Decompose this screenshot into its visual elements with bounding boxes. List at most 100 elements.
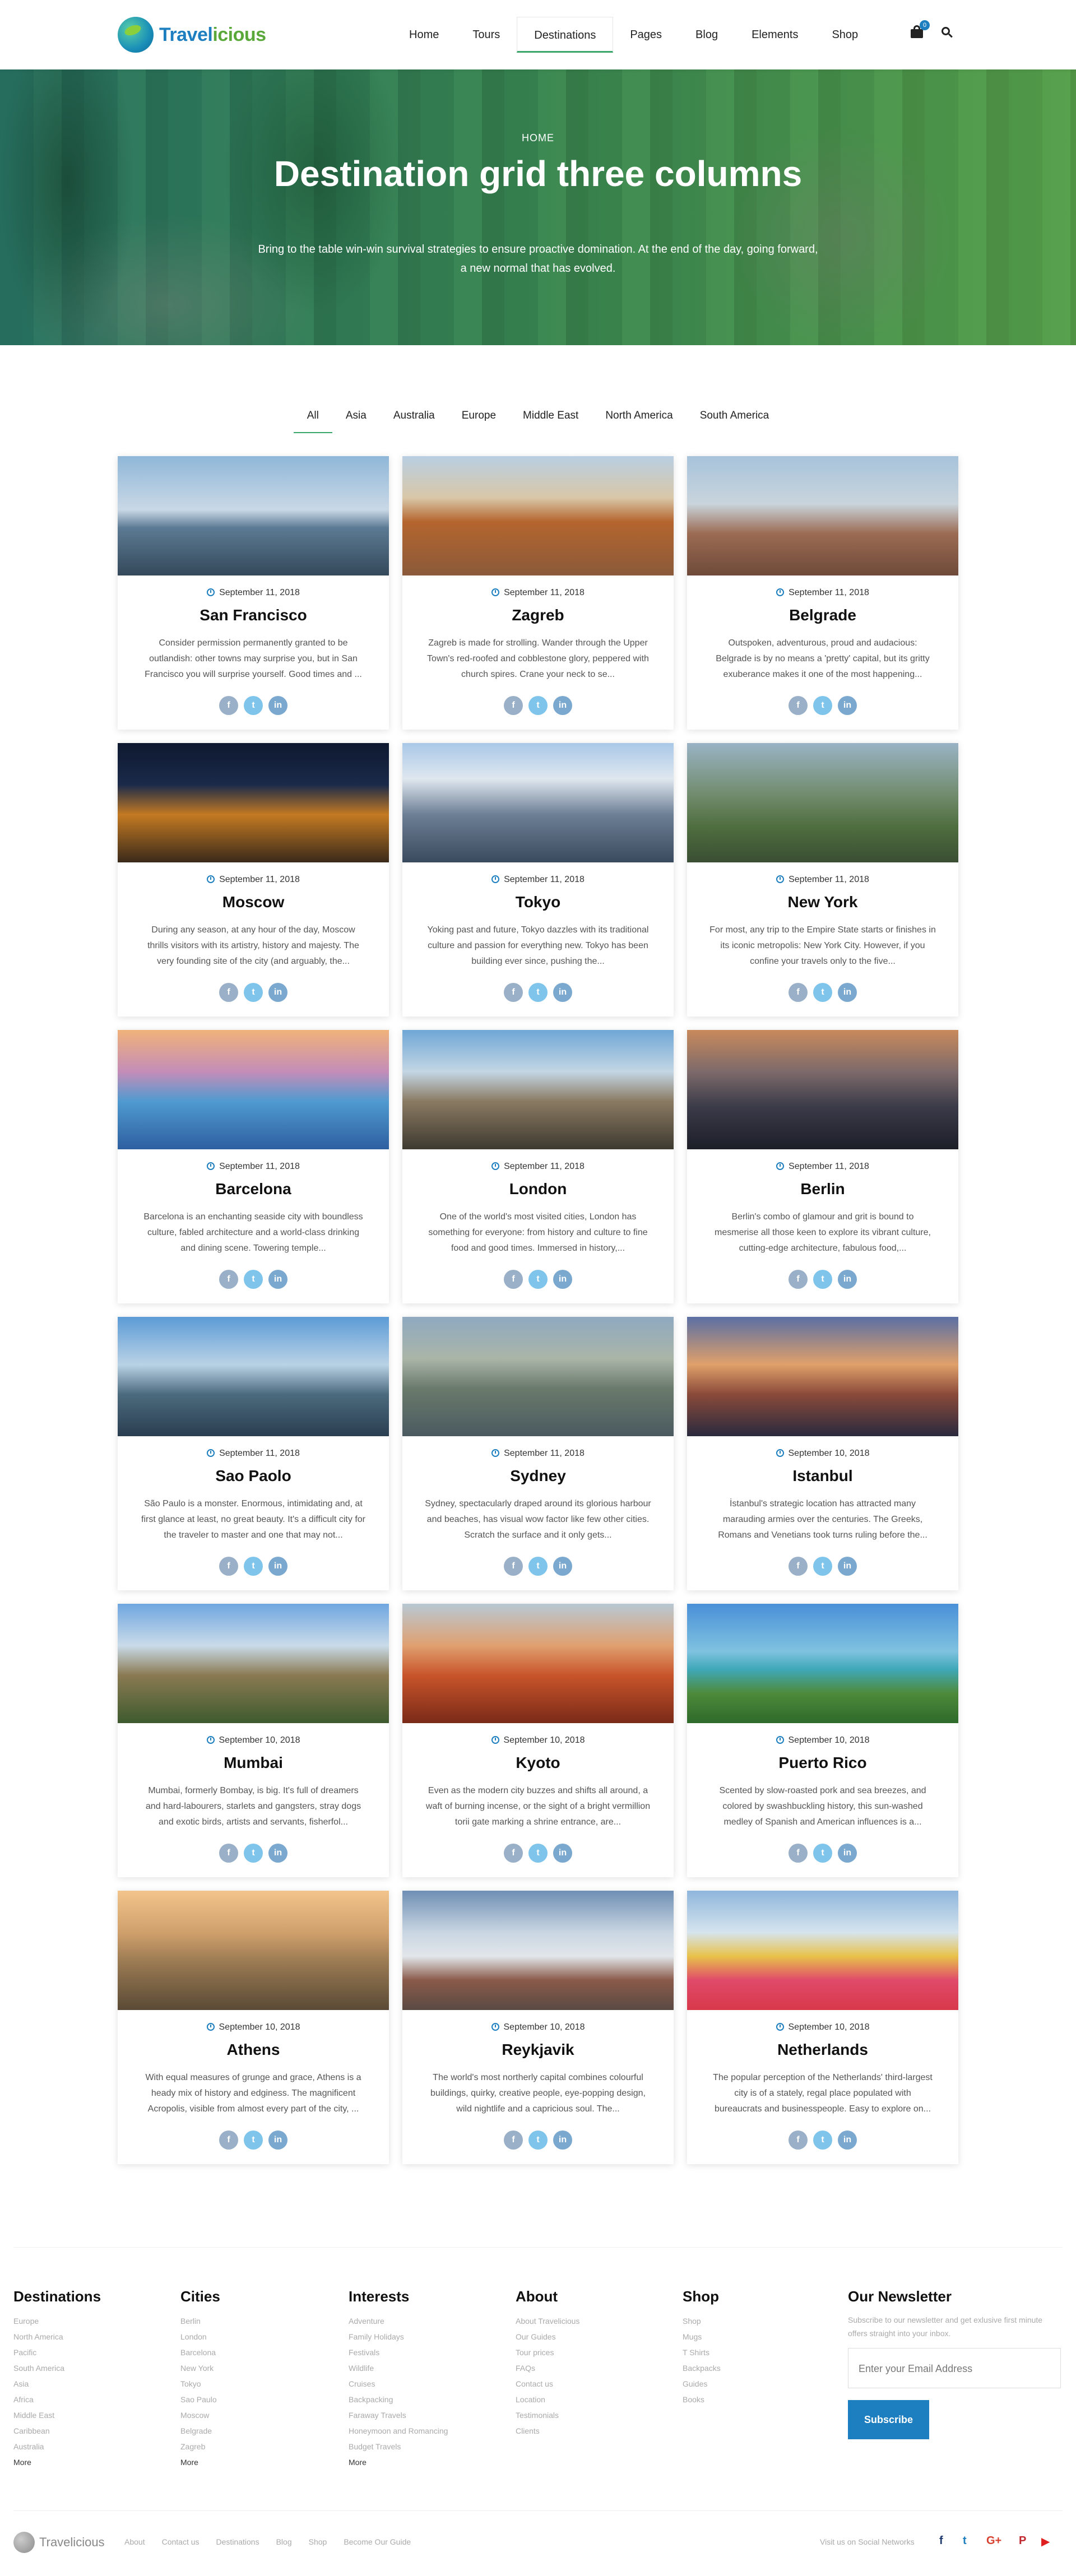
linkedin-share-icon[interactable]: in	[838, 1844, 857, 1863]
linkedin-share-icon[interactable]: in	[553, 2131, 572, 2150]
twitter-share-icon[interactable]: t	[528, 1557, 548, 1576]
destination-card[interactable]: September 10, 2018 Mumbai Mumbai, formerly…	[118, 1604, 389, 1877]
destination-image[interactable]	[118, 1030, 389, 1149]
twitter-share-icon[interactable]: t	[813, 1557, 832, 1576]
nav-home[interactable]: Home	[392, 17, 456, 53]
card-title[interactable]: Tokyo	[402, 893, 674, 911]
linkedin-share-icon[interactable]: in	[268, 696, 287, 715]
site-logo[interactable]: Travelicious	[118, 17, 266, 53]
destination-image[interactable]	[118, 1317, 389, 1436]
twitter-share-icon[interactable]: t	[244, 1557, 263, 1576]
footer-link[interactable]: FAQs	[516, 2360, 656, 2376]
facebook-share-icon[interactable]: f	[789, 1557, 808, 1576]
footer-link[interactable]: Cruises	[349, 2376, 489, 2392]
footer-link[interactable]: South America	[13, 2360, 154, 2376]
linkedin-share-icon[interactable]: in	[268, 983, 287, 1002]
twitter-share-icon[interactable]: t	[244, 983, 263, 1002]
footer-link[interactable]: Shop	[683, 2313, 823, 2329]
card-title[interactable]: Sydney	[402, 1467, 674, 1485]
destination-card[interactable]: September 11, 2018 Sao Paolo São Paulo is …	[118, 1317, 389, 1590]
footer-link[interactable]: Australia	[13, 2439, 154, 2454]
destination-card[interactable]: September 11, 2018 Sydney Sydney, spectacu…	[402, 1317, 674, 1590]
footer-more-link[interactable]: More	[13, 2454, 154, 2470]
destination-image[interactable]	[402, 1891, 674, 2010]
filter-south-america[interactable]: South America	[687, 406, 783, 433]
card-title[interactable]: Athens	[118, 2041, 389, 2059]
destination-image[interactable]	[687, 1317, 958, 1436]
destination-card[interactable]: September 10, 2018 Kyoto Even as the moder…	[402, 1604, 674, 1877]
destination-card[interactable]: September 10, 2018 Istanbul İstanbul's str…	[687, 1317, 958, 1590]
card-title[interactable]: Netherlands	[687, 2041, 958, 2059]
twitter-share-icon[interactable]: t	[813, 983, 832, 1002]
linkedin-share-icon[interactable]: in	[268, 1270, 287, 1289]
footer-link[interactable]: Africa	[13, 2392, 154, 2407]
footer-link[interactable]: Testimonials	[516, 2407, 656, 2423]
bottom-link-shop[interactable]: Shop	[309, 2537, 327, 2546]
filter-europe[interactable]: Europe	[448, 406, 509, 433]
footer-link[interactable]: Adventure	[349, 2313, 489, 2329]
subscribe-button[interactable]: Subscribe	[848, 2400, 929, 2439]
facebook-share-icon[interactable]: f	[219, 983, 238, 1002]
destination-image[interactable]	[402, 743, 674, 862]
destination-card[interactable]: September 11, 2018 London One of the world…	[402, 1030, 674, 1303]
destination-card[interactable]: September 10, 2018 Athens With equal measu…	[118, 1891, 389, 2164]
footer-logo[interactable]: Travelicious	[13, 2532, 105, 2553]
facebook-share-icon[interactable]: f	[789, 2131, 808, 2150]
twitter-share-icon[interactable]: t	[528, 983, 548, 1002]
nav-tours[interactable]: Tours	[456, 17, 517, 53]
twitter-share-icon[interactable]: t	[813, 1270, 832, 1289]
destination-card[interactable]: September 11, 2018 Zagreb Zagreb is made f…	[402, 456, 674, 730]
footer-link[interactable]: Barcelona	[180, 2345, 321, 2360]
filter-all[interactable]: All	[293, 406, 332, 433]
destination-card[interactable]: September 11, 2018 Berlin Berlin's combo o…	[687, 1030, 958, 1303]
facebook-share-icon[interactable]: f	[504, 983, 523, 1002]
facebook-share-icon[interactable]: f	[504, 2131, 523, 2150]
destination-image[interactable]	[687, 743, 958, 862]
twitter-share-icon[interactable]: t	[244, 1270, 263, 1289]
filter-australia[interactable]: Australia	[380, 406, 448, 433]
destination-image[interactable]	[118, 1891, 389, 2010]
destination-image[interactable]	[118, 456, 389, 575]
nav-pages[interactable]: Pages	[613, 17, 679, 53]
card-title[interactable]: Moscow	[118, 893, 389, 911]
google-plus-icon[interactable]: G+	[986, 2535, 1001, 2547]
bottom-link-guide[interactable]: Become Our Guide	[344, 2537, 411, 2546]
twitter-share-icon[interactable]: t	[528, 2131, 548, 2150]
card-title[interactable]: Reykjavik	[402, 2041, 674, 2059]
footer-more-link[interactable]: More	[349, 2454, 489, 2470]
destination-image[interactable]	[687, 1030, 958, 1149]
filter-north-america[interactable]: North America	[592, 406, 686, 433]
breadcrumb[interactable]: HOME	[0, 132, 1076, 144]
footer-link[interactable]: Backpacking	[349, 2392, 489, 2407]
filter-middle-east[interactable]: Middle East	[509, 406, 592, 433]
bottom-link-about[interactable]: About	[124, 2537, 145, 2546]
footer-link[interactable]: London	[180, 2329, 321, 2345]
footer-link[interactable]: Middle East	[13, 2407, 154, 2423]
pinterest-icon[interactable]: P	[1019, 2535, 1026, 2547]
destination-image[interactable]	[118, 743, 389, 862]
footer-link[interactable]: Backpacks	[683, 2360, 823, 2376]
footer-link[interactable]: Honeymoon and Romancing	[349, 2423, 489, 2439]
card-title[interactable]: Zagreb	[402, 606, 674, 624]
facebook-share-icon[interactable]: f	[219, 1270, 238, 1289]
footer-link[interactable]: Contact us	[516, 2376, 656, 2392]
twitter-share-icon[interactable]: t	[244, 2131, 263, 2150]
card-title[interactable]: Puerto Rico	[687, 1754, 958, 1772]
footer-link[interactable]: Guides	[683, 2376, 823, 2392]
card-title[interactable]: Kyoto	[402, 1754, 674, 1772]
linkedin-share-icon[interactable]: in	[268, 1844, 287, 1863]
footer-link[interactable]: Berlin	[180, 2313, 321, 2329]
twitter-share-icon[interactable]: t	[813, 1844, 832, 1863]
bottom-link-blog[interactable]: Blog	[276, 2537, 292, 2546]
facebook-share-icon[interactable]: f	[504, 696, 523, 715]
newsletter-email-input[interactable]: Enter your Email Address	[848, 2348, 1061, 2388]
destination-card[interactable]: September 11, 2018 Moscow During any seaso…	[118, 743, 389, 1017]
footer-link[interactable]: Europe	[13, 2313, 154, 2329]
card-title[interactable]: Barcelona	[118, 1180, 389, 1198]
facebook-share-icon[interactable]: f	[504, 1270, 523, 1289]
facebook-share-icon[interactable]: f	[789, 1270, 808, 1289]
footer-link[interactable]: Budget Travels	[349, 2439, 489, 2454]
card-title[interactable]: Belgrade	[687, 606, 958, 624]
footer-link[interactable]: Caribbean	[13, 2423, 154, 2439]
destination-image[interactable]	[402, 1604, 674, 1723]
